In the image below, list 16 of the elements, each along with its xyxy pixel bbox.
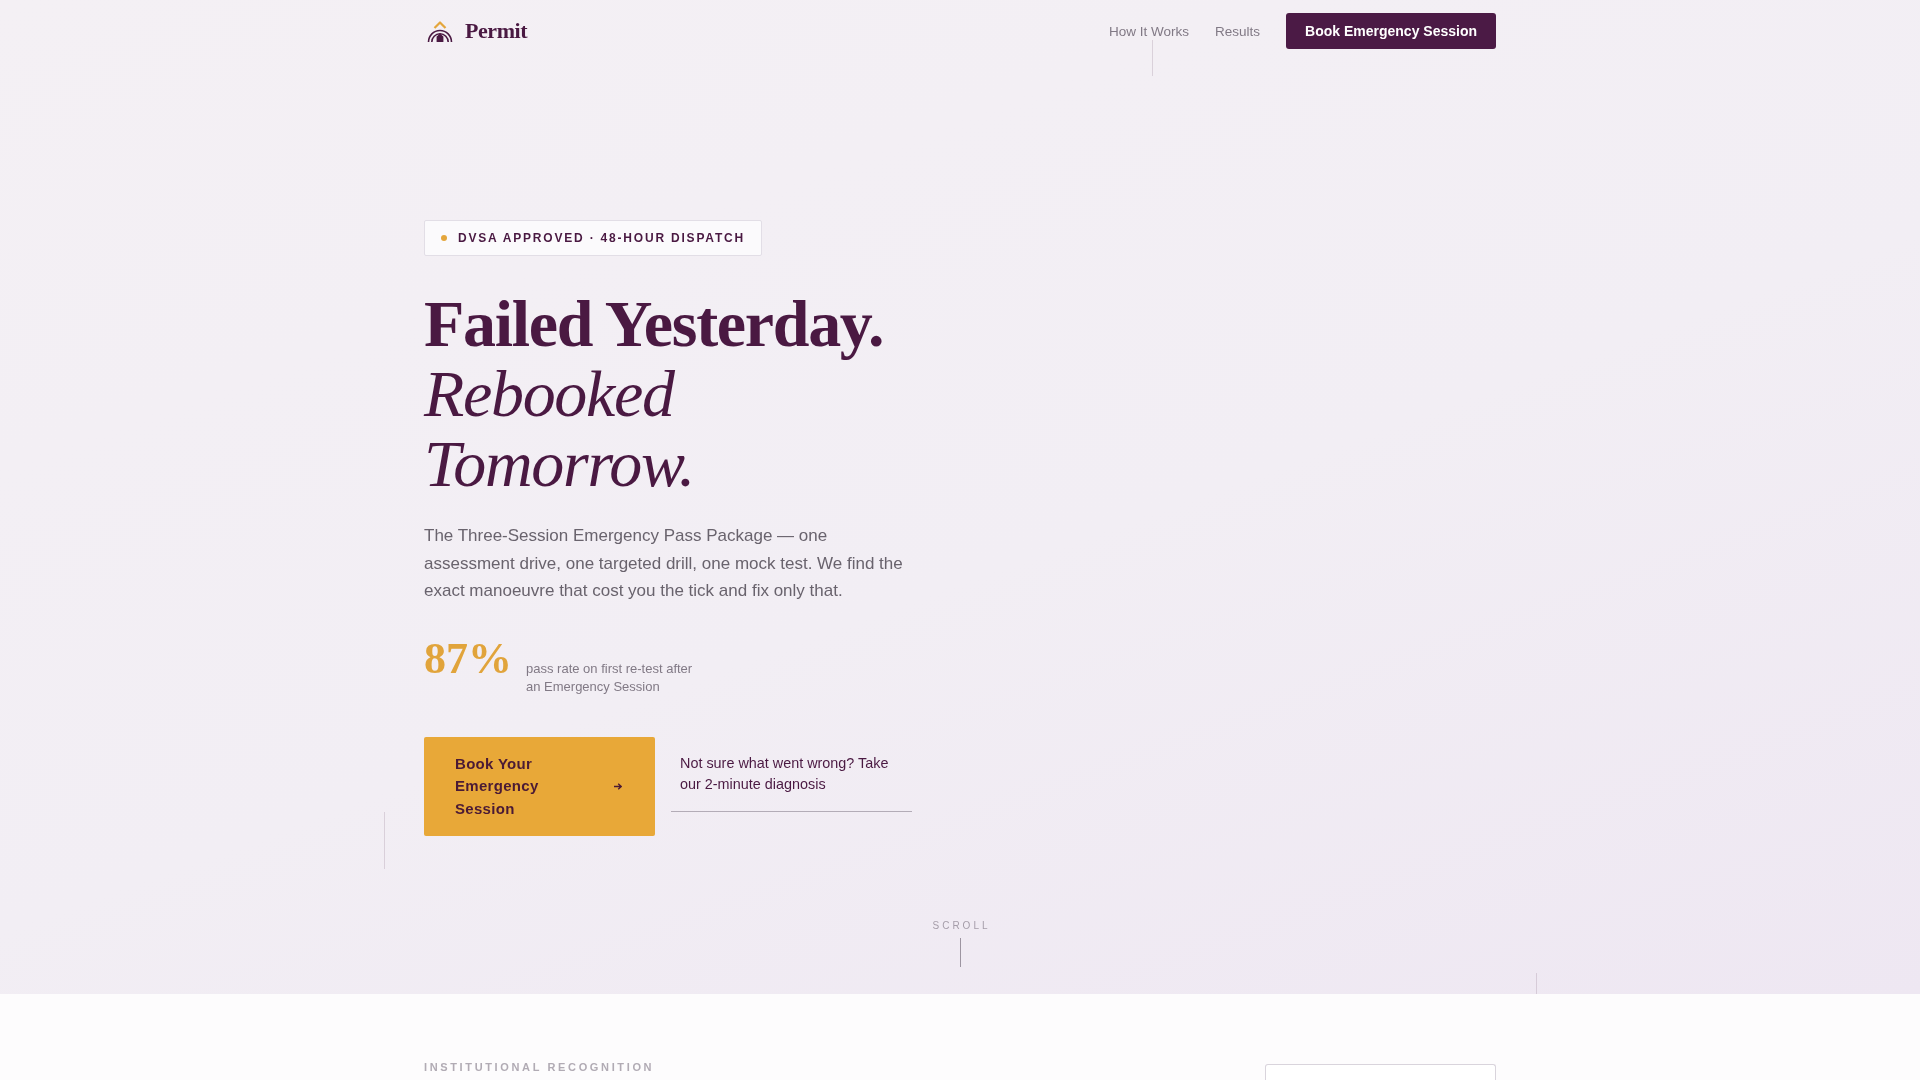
hero-headline: Failed Yesterday. Rebooked Tomorrow. [424,289,885,499]
nav-link[interactable]: Results [1215,23,1261,39]
dot-icon [441,235,447,241]
arch-logo-icon [427,20,453,42]
hero-description: The Three-Session Emergency Pass Package — one assessment drive, one targeted drill, one mock test. We find the exact manoeuvre that cost you the tick and fix only that. [424,525,904,602]
badge-label: DVSA APPROVED · 48-HOUR DISPATCH [458,231,745,245]
section-eyebrow: INSTITUTIONAL RECOGNITION [424,1061,655,1074]
nav-link[interactable]: How It Works [1109,23,1190,39]
arrow-right-icon [614,782,622,790]
diagnosis-link[interactable]: Not sure what went wrong? Take our 2-minute diagnosis [671,736,912,812]
stat-label: pass rate on first re-test after an Emergency Session [526,659,694,696]
book-session-button[interactable]: Book Emergency Session [1286,13,1496,49]
book-session-button[interactable]: Book Your Emergency Session [424,736,655,836]
stat-value: 87% [424,636,512,681]
scroll-label: SCROLL [931,920,991,932]
brand-name: Permit [465,18,528,44]
